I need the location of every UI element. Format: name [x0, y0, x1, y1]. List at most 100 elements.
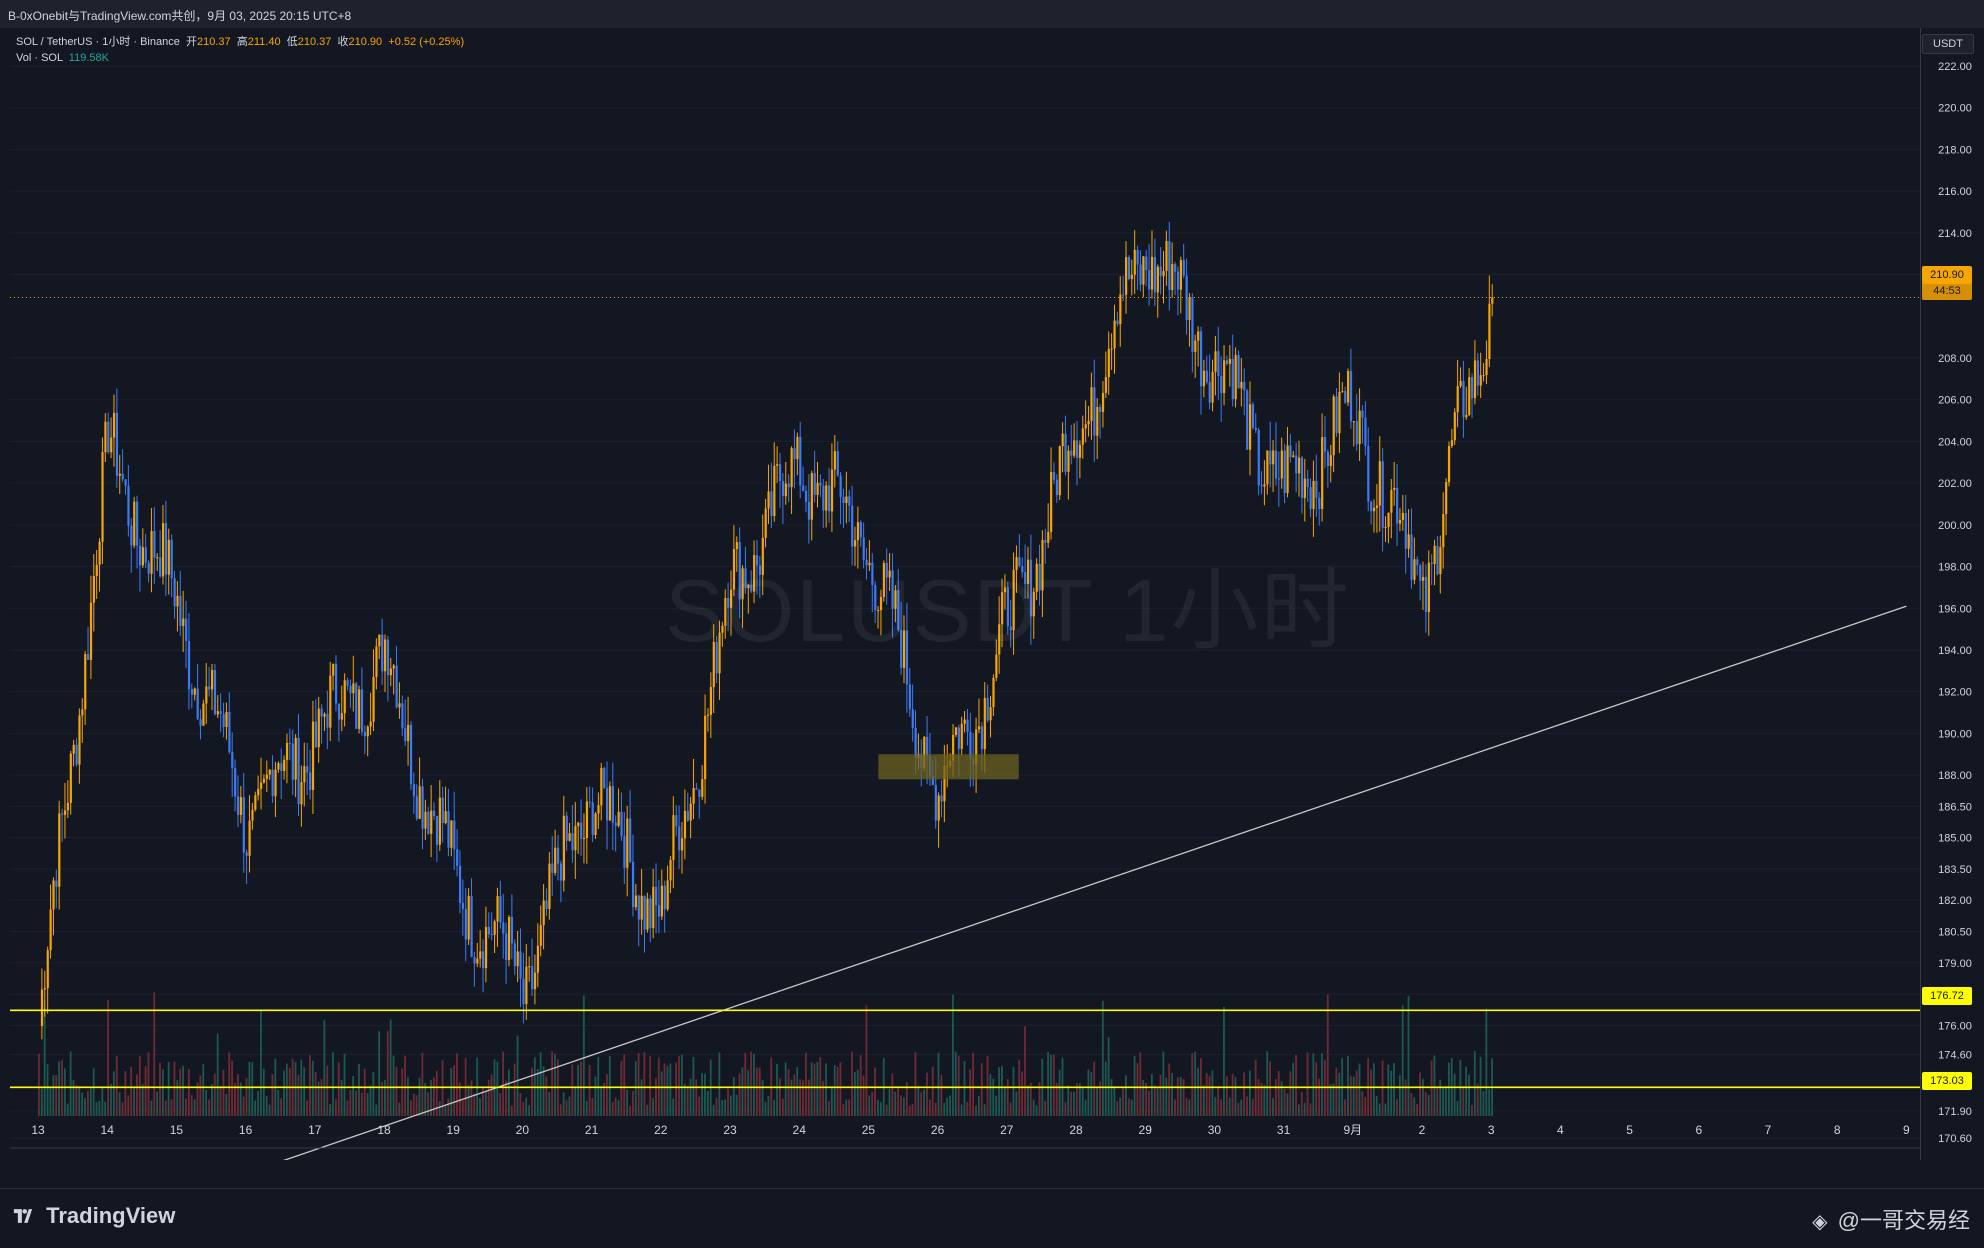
volume-bar [516, 1035, 519, 1116]
x-tick-label: 31 [1277, 1123, 1291, 1137]
volume-bar [1251, 1098, 1254, 1116]
volume-bar [879, 1102, 882, 1116]
candle-body [764, 508, 767, 538]
candle-body [1220, 375, 1223, 394]
candle-body [78, 715, 81, 765]
candle-body [519, 951, 522, 979]
low-value: 210.37 [297, 36, 332, 48]
candle-body [940, 795, 943, 802]
volume-bar [1404, 1079, 1407, 1116]
volume-bar [721, 1100, 724, 1116]
candle-body [130, 525, 133, 546]
volume-bar [1471, 1104, 1473, 1116]
volume-bar [1211, 1070, 1214, 1116]
candle-body [424, 811, 427, 829]
candle-body [1422, 577, 1425, 581]
volume-bar [868, 1095, 871, 1116]
candle-body [136, 501, 139, 546]
tradingview-logo[interactable]: TradingView [12, 1203, 175, 1229]
volume-bar [1370, 1069, 1372, 1116]
candle-body [202, 703, 205, 726]
volume-bar [741, 1067, 744, 1116]
volume-bar [865, 1005, 868, 1116]
candle-body [473, 957, 476, 964]
candle-body [248, 820, 251, 856]
volume-bar [600, 1085, 603, 1116]
volume-bar [231, 1060, 233, 1116]
candle-body [554, 847, 557, 873]
candle-body [219, 711, 222, 714]
volume-bar [1306, 1052, 1309, 1116]
volume-bar [1220, 1099, 1222, 1116]
top-bar: B-0xOnebit与TradingView.com共创，9月 03, 2025… [0, 0, 1984, 28]
candle-body [84, 654, 87, 710]
volume-bar [1410, 1093, 1413, 1116]
candle-body [404, 728, 407, 742]
volume-bar [629, 1105, 631, 1116]
brand-name: TradingView [46, 1203, 176, 1228]
candle-body [980, 726, 984, 750]
candle-body [107, 421, 110, 453]
candle-body [260, 782, 263, 789]
candle-body [490, 934, 493, 936]
candle-body [187, 641, 191, 690]
volume-bar [355, 1090, 357, 1116]
candle-body [1442, 514, 1445, 548]
candle-body [456, 849, 459, 866]
volume-bar [467, 1084, 470, 1116]
volume-bar [1344, 1099, 1346, 1116]
currency-badge[interactable]: USDT [1922, 34, 1974, 54]
volume-bar [1012, 1066, 1015, 1116]
candle-body [75, 744, 78, 765]
candle-body [141, 547, 144, 566]
candle-body [660, 885, 663, 917]
volume-bar [441, 1060, 444, 1116]
candle-body [1450, 440, 1454, 447]
volume-bar [758, 1067, 761, 1116]
candle-body [588, 801, 591, 803]
candle-body [1116, 320, 1119, 325]
candle-body [346, 680, 349, 686]
candle-body [334, 663, 338, 704]
candle-body [620, 811, 623, 837]
volume-bar [110, 1083, 112, 1116]
volume-bar [715, 1098, 718, 1116]
candle-body [447, 811, 450, 848]
candle-body [505, 933, 508, 961]
volume-bar [159, 1062, 161, 1116]
volume-bar [943, 1102, 946, 1116]
volume-bar [228, 1052, 231, 1116]
volume-bar [1430, 1060, 1433, 1116]
candle-body [669, 859, 672, 881]
candle-body [1179, 260, 1182, 290]
volume-bar [1064, 1102, 1067, 1116]
volume-bar [900, 1095, 902, 1116]
candle-body [551, 863, 554, 873]
candle-body [1491, 297, 1494, 304]
candle-body [1191, 297, 1194, 352]
volume-bar [1003, 1087, 1006, 1116]
volume-bar [744, 1052, 747, 1116]
candle-body [303, 766, 306, 783]
candle-body [205, 686, 208, 704]
volume-bar [678, 1056, 680, 1116]
candle-body [1349, 370, 1353, 422]
volume-bar [1436, 1087, 1439, 1116]
volume-bar [369, 1085, 372, 1116]
change-value: +0.52 (+0.25%) [388, 36, 465, 48]
candle-body [1176, 271, 1180, 290]
volume-bar [1021, 1071, 1024, 1116]
volume-bar [655, 1077, 657, 1116]
volume-bar [473, 1093, 476, 1116]
volume-bar [75, 1085, 78, 1116]
volume-bar [816, 1062, 819, 1116]
volume-bar [1303, 1102, 1306, 1116]
candle-body [55, 880, 58, 887]
candle-body [101, 452, 104, 542]
candle-body [1243, 381, 1246, 391]
volume-bar [830, 1086, 833, 1116]
candle-body [683, 810, 687, 839]
volume-label[interactable]: Vol · SOL [16, 52, 63, 64]
volume-bar [608, 1056, 611, 1116]
symbol-title[interactable]: SOL / TetherUS · 1小时 · Binance [16, 36, 180, 48]
